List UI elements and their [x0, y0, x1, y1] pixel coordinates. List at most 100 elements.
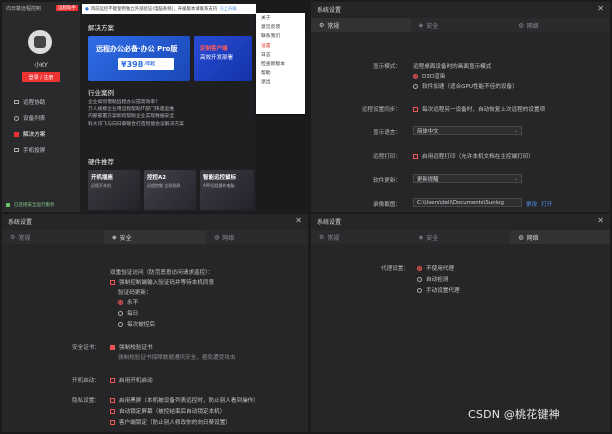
- tab-security[interactable]: ◈ 安全: [410, 18, 511, 32]
- sync-label: 远程设置同步：: [361, 107, 401, 113]
- display-mode-software[interactable]: 软件加速（适合GPU性能不佳的设备）: [413, 82, 518, 90]
- watermark: CSDN @桃花键神: [468, 408, 560, 421]
- menu-item-exit[interactable]: 退出: [256, 77, 305, 86]
- case-list[interactable]: 企业如何借助远程办公提高效率？ 万人规模企业用远程帮助IT部门快速运维 内部部署…: [88, 99, 253, 128]
- remote-print-label: 远程打印：: [373, 154, 401, 160]
- app-title: 向日葵远程控制: [6, 6, 42, 12]
- update-label: 软件更新：: [373, 178, 401, 184]
- settings-security-window: 系统设置 ✕ ⚙ 常规 ◈ 安全 ◍ 网络 双重验证访问（防范恶意访问请求盗控）： 强…: [2, 214, 308, 432]
- checkbox-icon: [110, 397, 115, 403]
- tab-network[interactable]: ◍ 网络: [206, 230, 308, 244]
- change-path-link[interactable]: 更改: [526, 200, 537, 208]
- sidebar-item-screen-cast[interactable]: 手机投屏: [14, 146, 45, 154]
- menu-item-log[interactable]: 日志: [256, 50, 305, 59]
- tab-general[interactable]: ⚙ 常规: [311, 18, 411, 32]
- globe-icon: ◍: [518, 21, 524, 29]
- update-select[interactable]: 更新提醒 ⌄: [413, 174, 522, 183]
- hardware-card[interactable]: 开机插座 远程开关机: [88, 170, 140, 210]
- display-mode-d3d[interactable]: D3D渲染: [413, 72, 445, 80]
- radio-icon: [118, 310, 123, 316]
- sidebar: 向日葵远程控制 远程助手 小KY 登录 / 注册 远程协助 设备列表 解决方案 …: [2, 2, 80, 212]
- verify-daily[interactable]: 每日: [118, 309, 138, 317]
- sync-checkbox[interactable]: 每次远程另一设备时，自动恢复上次远程的设置项: [413, 105, 545, 113]
- device-icon: [14, 115, 19, 121]
- login-button[interactable]: 登录 / 注册: [22, 72, 60, 82]
- checkbox-icon: [110, 408, 115, 414]
- checkbox-icon: [110, 377, 115, 383]
- privacy-clientlock[interactable]: 客户端锁定（防止别人修改你的向日葵设置）: [110, 418, 231, 426]
- language-select[interactable]: 简体中文 ⌄: [413, 126, 522, 135]
- settings-tabs: ⚙ 常规 ◈ 安全 ◍ 网络: [311, 18, 610, 32]
- close-icon[interactable]: ✕: [295, 217, 302, 225]
- hardware-card[interactable]: 智能远控鼠标 APP远程操作电脑: [200, 170, 254, 210]
- proxy-label: 代理设置：: [381, 266, 409, 272]
- display-mode-note: 远程桌面设备时的画面显示模式: [413, 64, 492, 70]
- recording-path-input[interactable]: C:\Users\dell\Documents\Sunlog: [413, 198, 522, 207]
- checkbox-icon: [413, 106, 418, 112]
- settings-tabs: ⚙ 常规 ◈ 安全 ◍ 网络: [311, 230, 610, 244]
- menu-item-help[interactable]: 帮助: [256, 68, 305, 77]
- dual-verify-checkbox[interactable]: 强制控制端输入验证码并等待本机同意: [110, 278, 214, 286]
- cert-note: 强制校验证书保障数据通讯安全，避免遭受攻击: [118, 355, 236, 361]
- boot-checkbox[interactable]: 启用开机启动: [110, 376, 153, 384]
- menu-item-feedback[interactable]: 意见反馈: [256, 22, 305, 31]
- info-icon: ●: [85, 6, 89, 12]
- chevron-down-icon: ⌄: [513, 127, 518, 134]
- sidebar-item-devices[interactable]: 设备列表: [14, 114, 45, 122]
- sidebar-item-solutions[interactable]: 解决方案: [14, 130, 45, 138]
- hardware-card[interactable]: 控控A2 远程控制 全局投屏: [144, 170, 196, 210]
- cert-checkbox[interactable]: 强制校验证书: [110, 343, 153, 351]
- checkbox-icon: [110, 279, 115, 285]
- window-titlebar: 系统设置: [317, 218, 342, 226]
- remote-print-checkbox[interactable]: 启用远程打印（允许本机文档在主控端打印）: [413, 152, 534, 160]
- radio-icon: [417, 276, 422, 282]
- open-path-link[interactable]: 打开: [541, 200, 552, 208]
- tab-security[interactable]: ◈ 安全: [104, 230, 206, 244]
- section-cases-title: 行业案例: [88, 89, 114, 97]
- solution-icon: [14, 131, 19, 137]
- display-mode-label: 显示模式：: [373, 64, 401, 70]
- section-hardware-title: 硬件推荐: [88, 158, 114, 166]
- settings-network-window: 系统设置 ✕ ⚙ 常规 ◈ 安全 ◍ 网络 代理设置： 不使用代理 自动检测 手动设置…: [311, 214, 610, 432]
- gear-icon: ⚙: [319, 233, 325, 241]
- verify-update-label: 验证码更新：: [118, 290, 152, 296]
- verify-each-time[interactable]: 每次被控后: [118, 320, 155, 328]
- privacy-blackscreen[interactable]: 启用黑屏（本机被设备列表远控时，防止别人看到操作）: [110, 396, 259, 404]
- proxy-none[interactable]: 不使用代理: [417, 264, 454, 272]
- privacy-label: 隐私设置：: [72, 398, 100, 404]
- tab-network[interactable]: ◍ 网络: [510, 230, 610, 244]
- sidebar-item-remote-assist[interactable]: 远程协助: [14, 98, 45, 106]
- shield-icon: ◈: [418, 21, 424, 29]
- settings-tabs: ⚙ 常规 ◈ 安全 ◍ 网络: [2, 230, 308, 244]
- banner-office-pro[interactable]: 远程办公必备·办公 Pro版 ¥398/年起: [88, 36, 190, 81]
- window-titlebar: 系统设置: [8, 218, 33, 226]
- cert-label: 安全证书：: [72, 345, 100, 351]
- menu-item-check-update[interactable]: 检查新版本: [256, 59, 305, 68]
- shield-icon: ◈: [112, 233, 117, 241]
- menu-item-contact[interactable]: 联系我们: [256, 31, 305, 40]
- radio-icon: [118, 299, 123, 305]
- radio-icon: [413, 73, 418, 79]
- menu-item-about[interactable]: 关于: [256, 13, 305, 22]
- banner-custom-client[interactable]: 定制客户端 高效开发部署: [194, 36, 252, 81]
- menu-item-settings[interactable]: 设置: [256, 41, 305, 50]
- verify-never[interactable]: 永不: [118, 298, 138, 306]
- gear-icon: ⚙: [10, 233, 16, 241]
- upgrade-link[interactable]: 马上升级: [219, 6, 237, 12]
- proxy-manual[interactable]: 手动设置代理: [417, 286, 460, 294]
- proxy-auto[interactable]: 自动检测: [417, 275, 448, 283]
- checkbox-icon: [110, 419, 115, 425]
- section-solutions-title: 解决方案: [88, 24, 114, 32]
- avatar[interactable]: [28, 30, 52, 54]
- shield-icon: [6, 203, 10, 207]
- checkbox-icon: [110, 344, 115, 350]
- close-icon[interactable]: ✕: [597, 5, 604, 13]
- tab-network[interactable]: ◍ 网络: [510, 18, 610, 32]
- close-icon[interactable]: ✕: [597, 217, 604, 225]
- radio-icon: [417, 287, 422, 293]
- tab-general[interactable]: ⚙ 常规: [311, 230, 411, 244]
- tab-general[interactable]: ⚙ 常规: [2, 230, 104, 244]
- radio-icon: [417, 265, 422, 271]
- tab-security[interactable]: ◈ 安全: [410, 230, 511, 244]
- privacy-autolock[interactable]: 自动锁定屏幕（被控结束后自动锁定本机）: [110, 407, 225, 415]
